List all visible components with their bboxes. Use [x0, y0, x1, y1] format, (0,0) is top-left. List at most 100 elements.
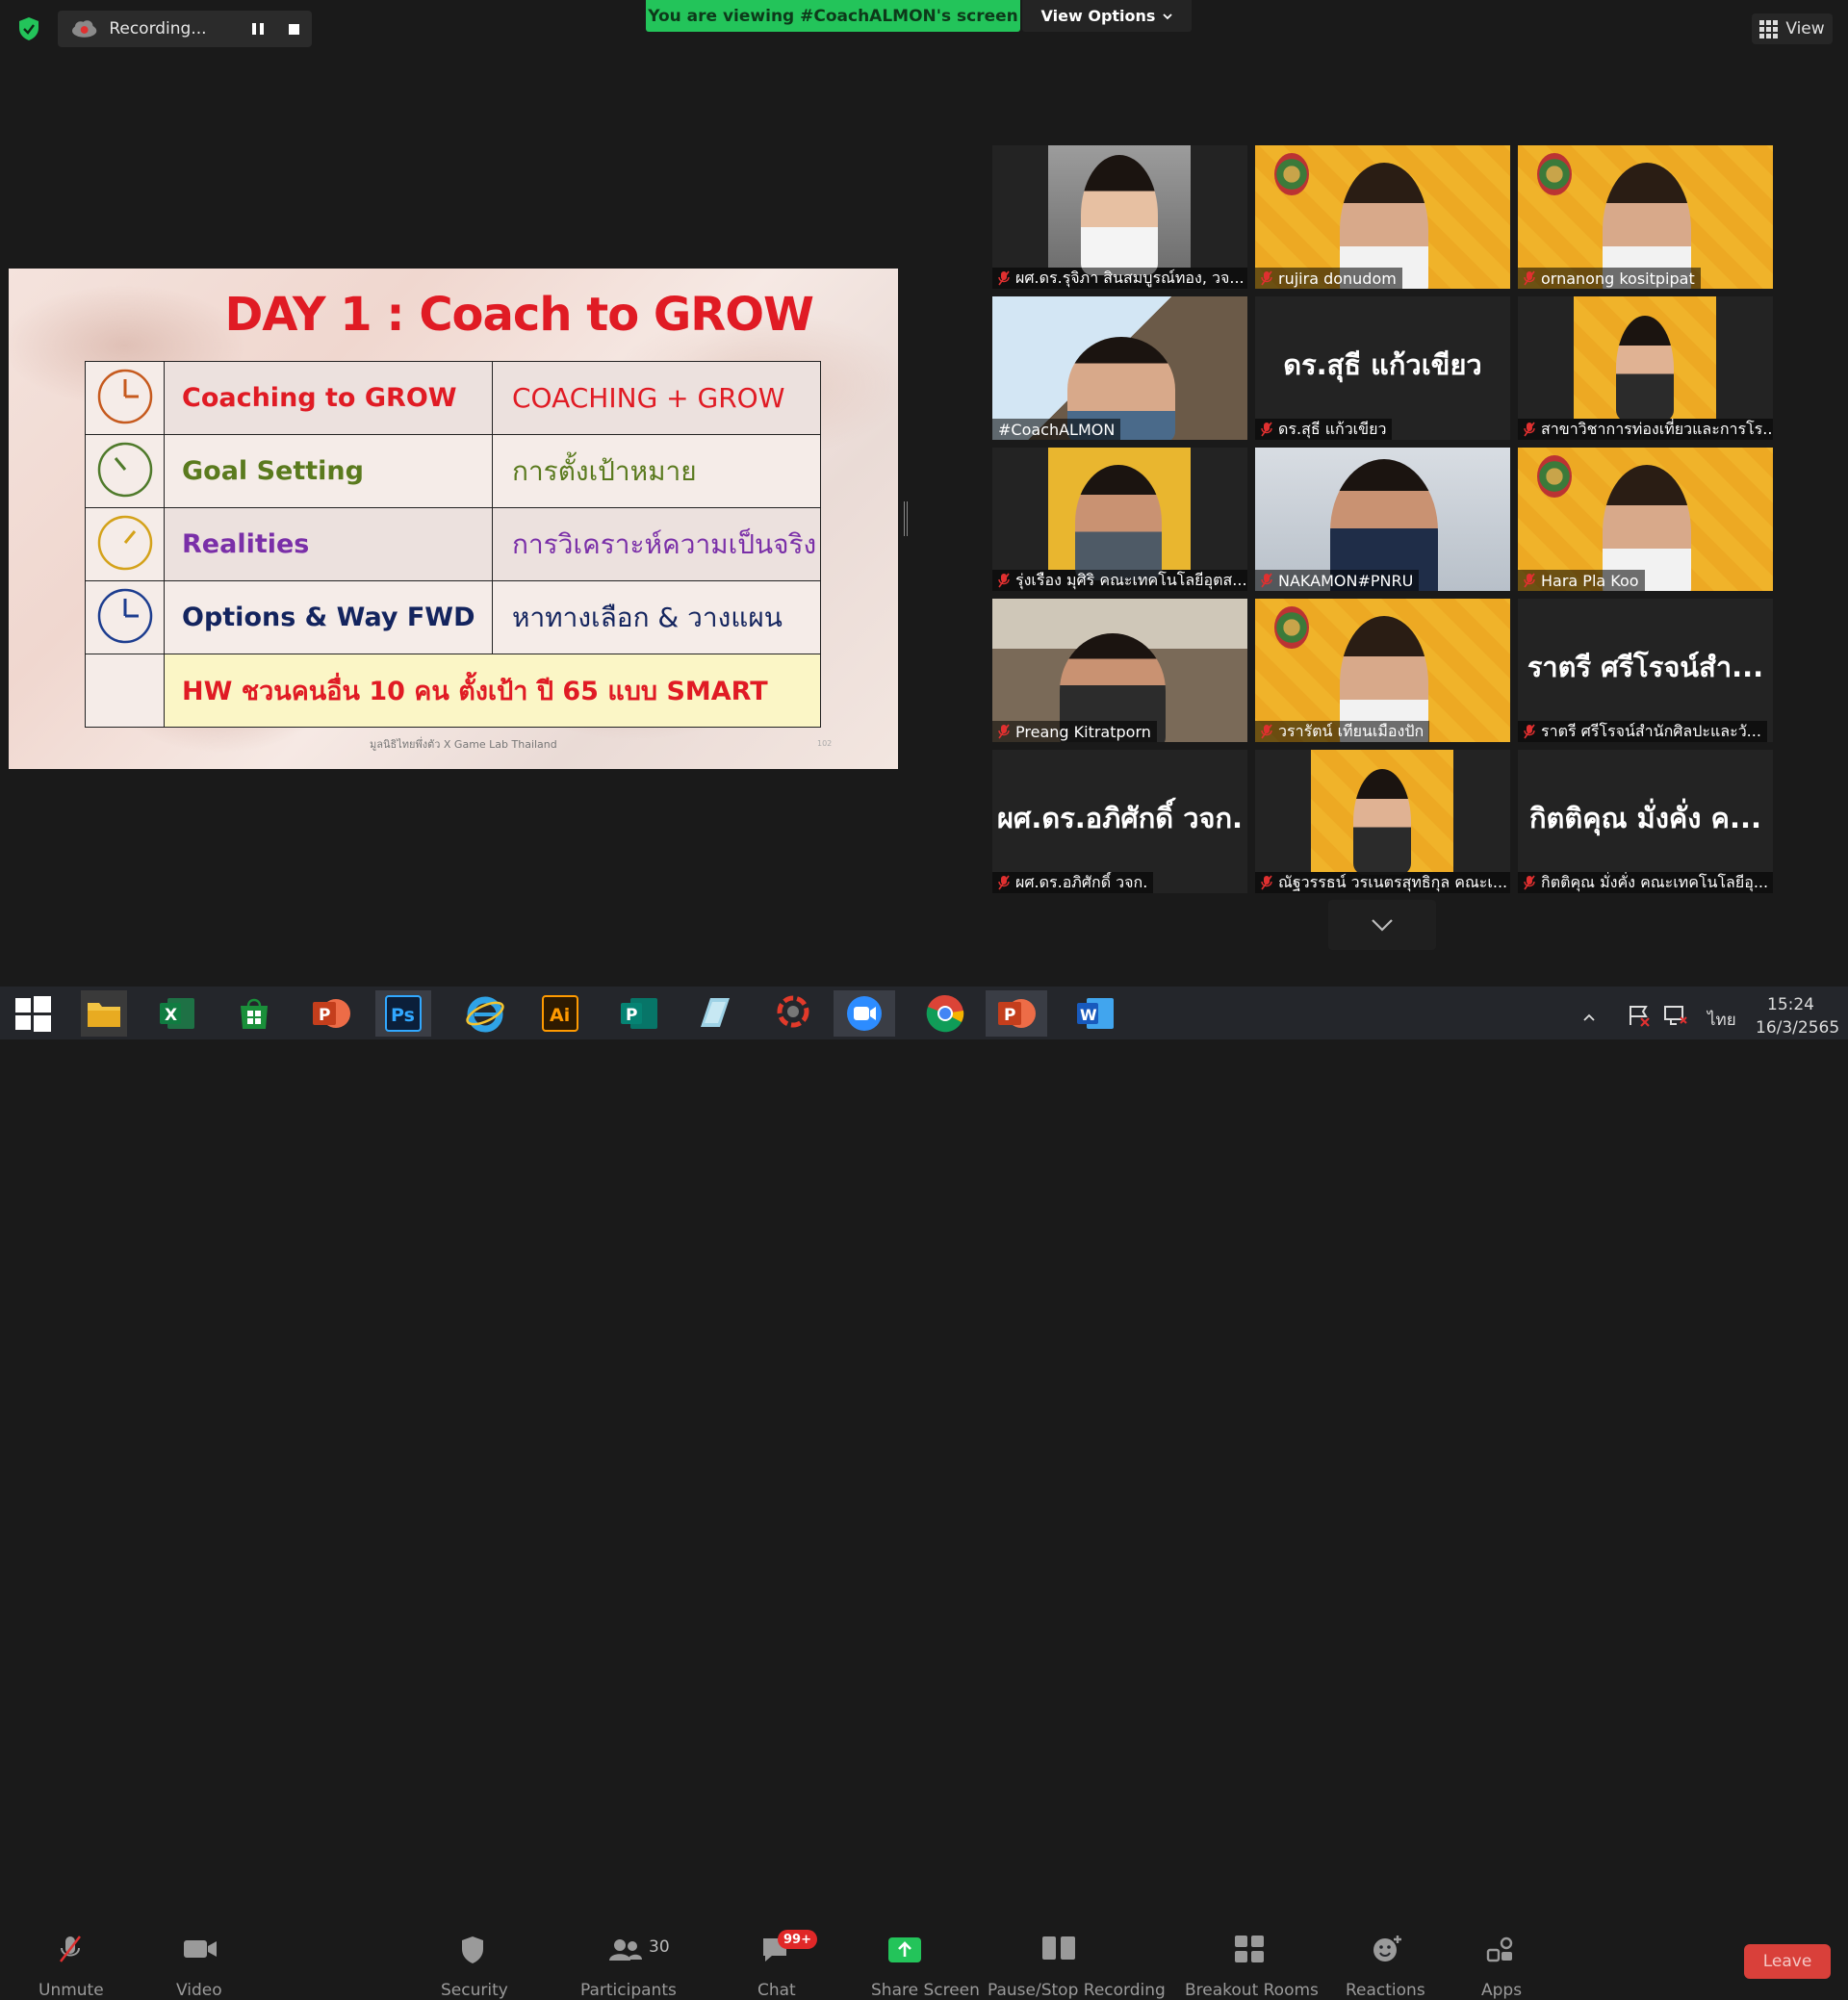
participant-name-tag: Hara Pla Koo — [1518, 570, 1645, 591]
svg-text:Ps: Ps — [391, 1005, 415, 1026]
illustrator-icon[interactable]: Ai — [537, 990, 583, 1037]
muted-mic-icon[interactable] — [58, 1935, 83, 1965]
reactions-smiley-icon[interactable] — [1372, 1935, 1402, 1963]
stop-recording-button[interactable] — [276, 11, 312, 47]
snipping-tool-icon[interactable] — [691, 990, 737, 1037]
reactions-button[interactable]: Reactions — [1346, 1981, 1425, 2000]
participant-tile[interactable]: ราตรี ศรีโรจน์สำ... ราตรี ศรีโรจน์สำนักศิ… — [1518, 599, 1773, 742]
network-icon[interactable] — [1663, 1004, 1688, 1027]
participant-tile[interactable]: ดร.สุธี แก้วเขียว ดร.สุธี แก้วเขียว — [1255, 296, 1510, 440]
share-screen-icon[interactable] — [887, 1936, 922, 1964]
participant-tile[interactable]: ผศ.ดร.อภิศักดิ์ วจก. ผศ.ดร.อภิศักดิ์ วจก. — [992, 750, 1247, 893]
muted-mic-icon — [1524, 422, 1535, 437]
clock-date[interactable]: 16/3/2565 — [1756, 1018, 1839, 1038]
participant-name-tag: ornanong kositpipat — [1518, 268, 1701, 289]
clock-icon — [97, 515, 152, 570]
grow-row-english: Realities — [164, 507, 493, 581]
homework-text: HW ชวนคนอื่น 10 คน ตั้งเป้า ปี 65 แบบ SM… — [164, 654, 821, 728]
participant-name: ผศ.ดร.อภิศักดิ์ วจก. — [1015, 872, 1148, 891]
chrome-icon[interactable] — [922, 990, 968, 1037]
participant-name: #CoachALMON — [998, 420, 1116, 439]
share-screen-button[interactable]: Share Screen — [871, 1981, 980, 2000]
word-icon[interactable]: W — [1072, 990, 1118, 1037]
publisher-icon[interactable]: P — [616, 990, 662, 1037]
muted-mic-icon — [1524, 573, 1535, 588]
windows-start-icon[interactable] — [10, 990, 56, 1037]
participant-name: NAKAMON#PNRU — [1278, 571, 1414, 590]
participant-tile[interactable]: NAKAMON#PNRU — [1255, 448, 1510, 591]
grow-row-icon-cell — [85, 434, 165, 508]
view-options-button[interactable]: View Options — [1022, 0, 1192, 32]
grow-row-thai: การวิเคราะห์ความเป็นจริง — [492, 507, 821, 581]
view-label: View — [1785, 19, 1825, 38]
powerpoint-window-icon[interactable]: P — [986, 990, 1047, 1037]
participant-tile[interactable]: #CoachALMON — [992, 296, 1247, 440]
participant-video — [1048, 448, 1191, 580]
clock-time[interactable]: 15:24 — [1767, 995, 1814, 1014]
participants-count: 30 — [649, 1937, 670, 1957]
participant-name-tag: Preang Kitratporn — [992, 721, 1157, 742]
store-icon[interactable] — [231, 990, 277, 1037]
participant-name: Preang Kitratporn — [1015, 722, 1151, 741]
participant-tile[interactable]: Hara Pla Koo — [1518, 448, 1773, 591]
apps-button[interactable]: Apps — [1481, 1981, 1522, 2000]
chat-unread-badge: 99+ — [778, 1930, 817, 1949]
zoom-app-icon[interactable] — [834, 990, 895, 1037]
participant-name-tag: สาขาวิชาการท่องเที่ยวและการโร... — [1518, 419, 1773, 440]
encryption-shield-icon[interactable] — [17, 16, 40, 41]
video-camera-icon[interactable] — [183, 1938, 218, 1960]
file-explorer-icon[interactable] — [81, 990, 127, 1037]
participant-name: ornanong kositpipat — [1541, 269, 1695, 288]
grow-row-icon-cell — [85, 361, 165, 435]
homework-row: HW ชวนคนอื่น 10 คน ตั้งเป้า ปี 65 แบบ SM… — [85, 654, 821, 728]
muted-mic-icon — [998, 573, 1010, 588]
muted-mic-icon — [1261, 875, 1272, 890]
viewing-screen-banner: You are viewing #CoachALMON's screen — [646, 0, 1020, 32]
participant-tile[interactable]: Preang Kitratporn — [992, 599, 1247, 742]
shared-screen-slide: DAY 1 : Coach to GROW Coaching to GROW CO… — [9, 269, 898, 769]
breakout-rooms-button[interactable]: Breakout Rooms — [1185, 1981, 1319, 2000]
next-page-button[interactable] — [1328, 900, 1436, 950]
participant-tile[interactable]: สาขาวิชาการท่องเที่ยวและการโร... — [1518, 296, 1773, 440]
participant-name-placeholder: กิตติคุณ มั่งคั่ง ค... — [1528, 802, 1761, 834]
view-layout-button[interactable]: View — [1752, 13, 1833, 44]
university-seal-logo — [1537, 455, 1572, 498]
pause-stop-recording-icon[interactable] — [1041, 1935, 1076, 1962]
chat-button[interactable]: Chat — [757, 1981, 796, 2000]
breakout-rooms-icon[interactable] — [1234, 1935, 1265, 1963]
university-seal-logo — [1274, 606, 1309, 649]
security-button[interactable]: Security — [441, 1981, 508, 2000]
participant-video — [1574, 296, 1716, 422]
unmute-button[interactable]: Unmute — [38, 1981, 104, 2000]
muted-mic-icon — [1524, 724, 1535, 739]
participant-tile[interactable]: วรารัตน์ เทียนเมืองปัก — [1255, 599, 1510, 742]
cloud-record-icon — [71, 20, 97, 38]
security-shield-icon[interactable] — [460, 1936, 485, 1964]
video-button[interactable]: Video — [176, 1981, 222, 2000]
participant-tile[interactable]: ผศ.ดร.รุจิภา สินสมบูรณ์ทอง, วจ... — [992, 145, 1247, 289]
apps-icon[interactable] — [1486, 1936, 1515, 1963]
participant-tile[interactable]: ornanong kositpipat — [1518, 145, 1773, 289]
powerpoint-icon[interactable]: P — [308, 990, 354, 1037]
leave-button[interactable]: Leave — [1744, 1944, 1831, 1979]
tray-expand-icon[interactable] — [1582, 1013, 1596, 1022]
participant-tile[interactable]: rujira donudom — [1255, 145, 1510, 289]
photoshop-icon[interactable]: Ps — [375, 990, 431, 1037]
grow-row-thai: การตั้งเป้าหมาย — [492, 434, 821, 508]
internet-explorer-icon[interactable] — [462, 990, 508, 1037]
participant-tile[interactable]: ณัฐวรรธน์ วรเนตรสุทธิกุล คณะเ... — [1255, 750, 1510, 893]
muted-mic-icon — [1261, 270, 1272, 286]
participants-button[interactable]: Participants — [580, 1981, 677, 2000]
participant-tile[interactable]: รุ่งเรือง มุศิริ คณะเทคโนโลยีอุตส... — [992, 448, 1247, 591]
participants-icon[interactable] — [608, 1938, 643, 1962]
participant-name-tag: ณัฐวรรธน์ วรเนตรสุทธิกุล คณะเ... — [1255, 872, 1510, 893]
pause-stop-recording-button[interactable]: Pause/Stop Recording — [988, 1981, 1166, 2000]
participant-tile[interactable]: กิตติคุณ มั่งคั่ง ค... กิตติคุณ มั่งคั่ง … — [1518, 750, 1773, 893]
photoscape-icon[interactable] — [770, 990, 816, 1037]
recording-label: Recording... — [109, 19, 207, 38]
split-resize-handle[interactable] — [904, 501, 908, 536]
input-language-indicator[interactable]: ไทย — [1707, 1007, 1736, 1033]
pause-recording-button[interactable] — [241, 11, 276, 47]
excel-icon[interactable]: X — [154, 990, 200, 1037]
action-center-flag-icon[interactable] — [1627, 1004, 1652, 1027]
